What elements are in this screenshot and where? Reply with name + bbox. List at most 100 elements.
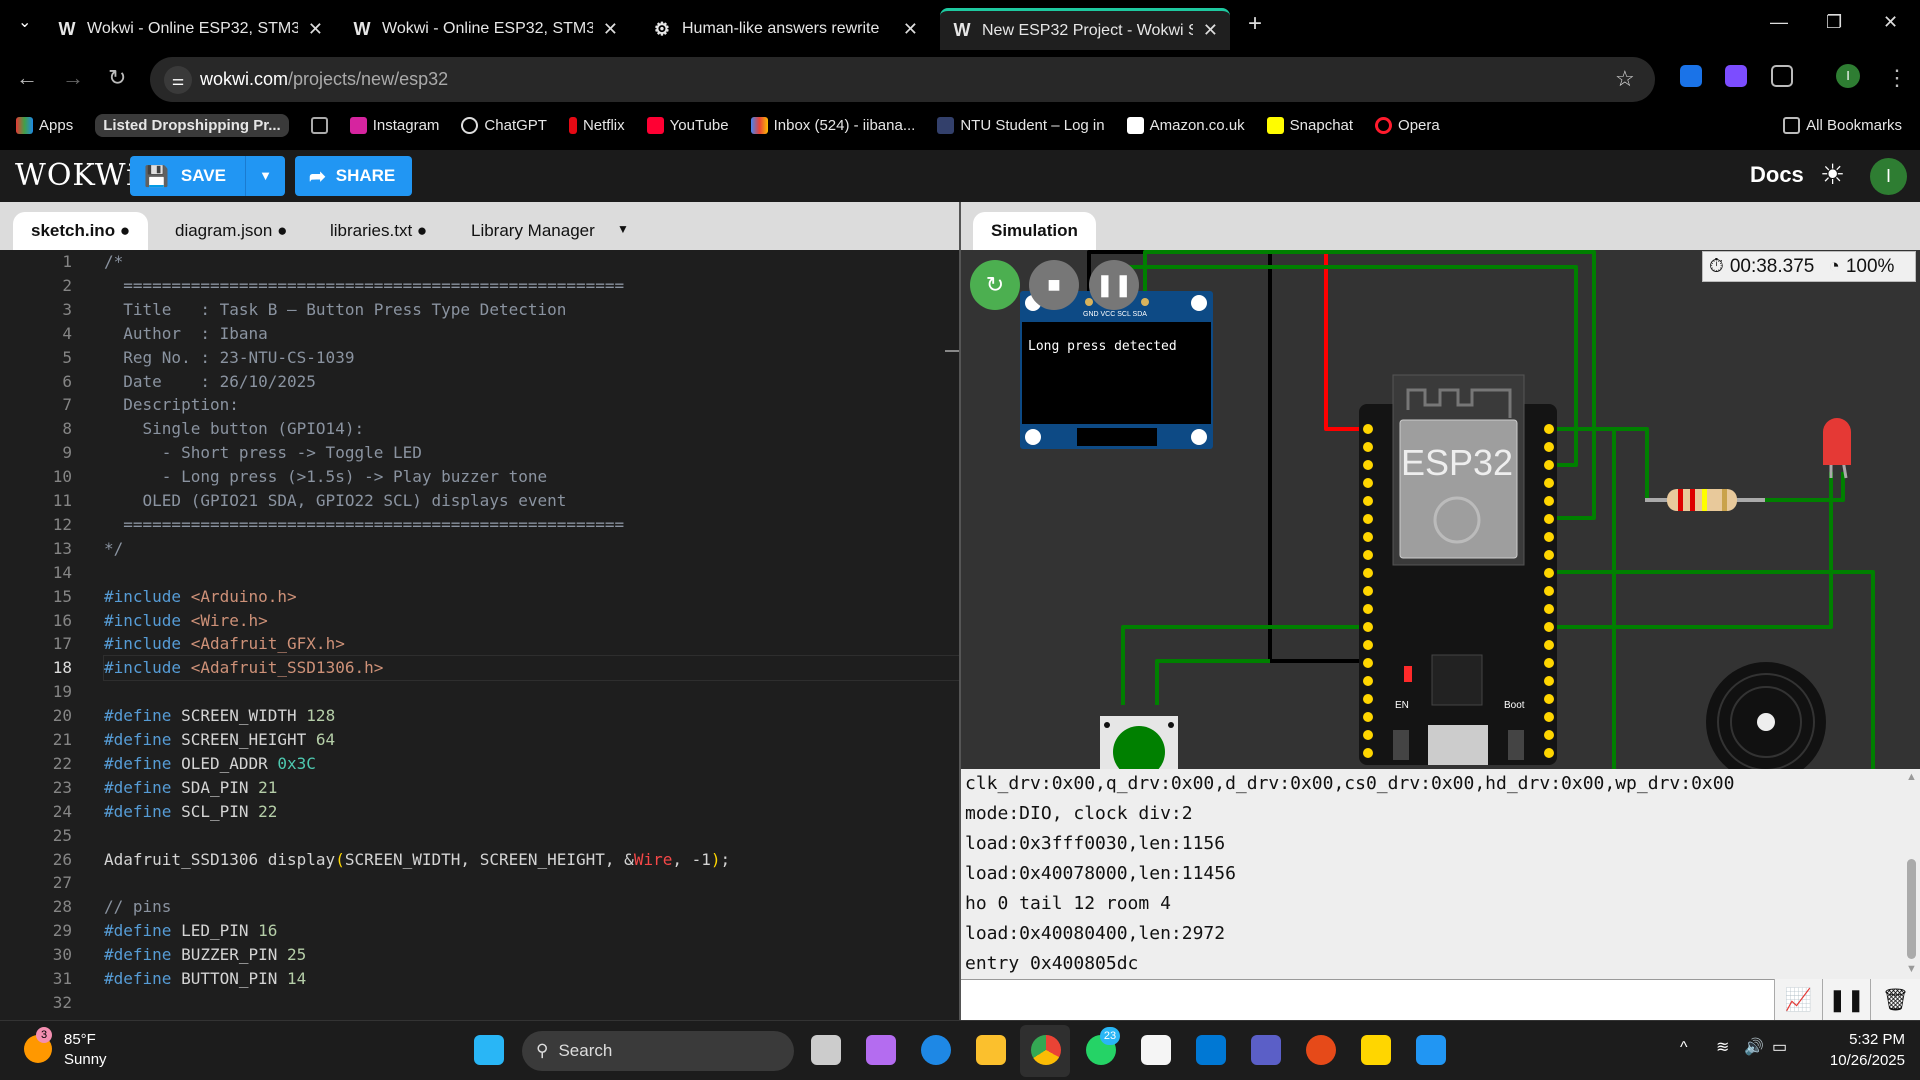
wokwi-logo[interactable]: WOKWi [15, 158, 137, 193]
code-line[interactable]: 32 [0, 991, 959, 1015]
browser-tab-3[interactable]: ⚙ Human-like answers rewrite ✕ [640, 8, 930, 50]
code-line[interactable]: 11 OLED (GPIO21 SDA, GPIO22 SCL) display… [0, 489, 959, 513]
bookmark-chatgpt[interactable]: ChatGPT [461, 116, 547, 134]
code-line[interactable]: 12 =====================================… [0, 513, 959, 537]
serial-clear-button[interactable]: 🗑 [1870, 979, 1920, 1020]
code-line[interactable]: 14 [0, 561, 959, 585]
code-line[interactable]: 25 [0, 824, 959, 848]
save-button[interactable]: 💾 SAVE ▼ [130, 156, 285, 196]
tab-library-manager[interactable]: Library Manager [453, 212, 613, 250]
close-tab-icon[interactable]: ✕ [903, 19, 918, 40]
task-view-icon[interactable] [811, 1035, 841, 1065]
bookmark-netflix[interactable]: Netflix [568, 116, 625, 134]
scroll-down-icon[interactable]: ▼ [1906, 963, 1917, 975]
code-editor[interactable]: 1 /* 2 ===================================… [0, 250, 959, 1020]
code-line[interactable]: 29 #define LED_PIN 16 [0, 919, 959, 943]
scroll-thumb[interactable] [1907, 859, 1916, 959]
tab-simulation[interactable]: Simulation [973, 212, 1096, 250]
code-line[interactable]: 8 Single button (GPIO14): [0, 417, 959, 441]
simulation-canvas[interactable]: GND VCC SCL SDA Long press detected ESP3… [961, 250, 1920, 769]
new-tab-icon[interactable]: + [1248, 10, 1262, 38]
outlook-icon[interactable] [1196, 1035, 1226, 1065]
tab-search-chevron-icon[interactable]: ⌄ [18, 12, 31, 32]
forward-icon[interactable]: → [62, 65, 84, 91]
site-info-icon[interactable]: ⚌ [164, 66, 192, 94]
serial-pause-button[interactable]: ❚❚ [1822, 979, 1870, 1020]
code-line[interactable]: 19 [0, 680, 959, 704]
circuit-diagram[interactable]: GND VCC SCL SDA Long press detected ESP3… [961, 250, 1920, 769]
close-tab-icon[interactable]: ✕ [1203, 20, 1218, 41]
code-line[interactable]: 4 Author : Ibana [0, 322, 959, 346]
code-line[interactable]: 24 #define SCL_PIN 22 [0, 800, 959, 824]
wifi-icon[interactable]: ≋ [1716, 1037, 1729, 1057]
bookmark-folder-grid[interactable] [310, 116, 328, 134]
code-line[interactable]: 18 #include <Adafruit_SSD1306.h> [0, 655, 959, 682]
docs-link[interactable]: Docs [1750, 162, 1804, 188]
clock-date[interactable]: 10/26/2025 [1805, 1052, 1905, 1069]
edge-icon[interactable] [921, 1035, 951, 1065]
serial-plotter-button[interactable]: 📈 [1774, 979, 1822, 1020]
back-icon[interactable]: ← [16, 65, 38, 91]
bookmark-opera[interactable]: Opera [1375, 116, 1440, 134]
code-line[interactable]: 22 #define OLED_ADDR 0x3C [0, 752, 959, 776]
windows-start-icon[interactable] [474, 1035, 504, 1065]
bookmark-youtube[interactable]: YouTube [646, 116, 729, 134]
teams-icon[interactable] [1251, 1035, 1281, 1065]
code-line[interactable]: 9 - Short press -> Toggle LED [0, 441, 959, 465]
restart-simulation-button[interactable]: ↻ [970, 260, 1020, 310]
serial-scrollbar[interactable]: ▲ ▼ [1903, 769, 1920, 979]
stop-simulation-button[interactable]: ■ [1029, 260, 1079, 310]
extension-icon[interactable] [1725, 65, 1747, 87]
restore-icon[interactable]: ❐ [1826, 12, 1842, 33]
bookmark-snapchat[interactable]: Snapchat [1266, 116, 1353, 134]
code-line[interactable]: 5 Reg No. : 23-NTU-CS-1039 [0, 346, 959, 370]
code-line[interactable]: 21 #define SCREEN_HEIGHT 64 [0, 728, 959, 752]
copilot-icon[interactable] [866, 1035, 896, 1065]
tab-sketch-ino[interactable]: sketch.ino ● [13, 212, 149, 250]
user-avatar[interactable]: I [1870, 158, 1907, 195]
code-line[interactable]: 13 */ [0, 537, 959, 561]
share-button[interactable]: ➦ SHARE [295, 156, 412, 196]
reload-icon[interactable]: ↻ [108, 65, 126, 91]
tray-chevron-icon[interactable]: ^ [1680, 1039, 1688, 1057]
weather-temp[interactable]: 85°F [64, 1031, 96, 1048]
bookmark-star-icon[interactable]: ☆ [1615, 66, 1635, 92]
serial-monitor-output[interactable]: clk_drv:0x00,q_drv:0x00,d_drv:0x00,cs0_d… [961, 769, 1920, 979]
code-line[interactable]: 23 #define SDA_PIN 21 [0, 776, 959, 800]
bookmark-apps[interactable]: Apps [16, 116, 73, 134]
taskbar-search[interactable]: ⚲ Search [522, 1031, 794, 1071]
code-line[interactable]: 20 #define SCREEN_WIDTH 128 [0, 704, 959, 728]
weather-desc[interactable]: Sunny [64, 1051, 107, 1068]
close-tab-icon[interactable]: ✕ [308, 19, 323, 40]
chrome-icon[interactable] [1031, 1035, 1061, 1065]
code-line[interactable]: 3 Title : Task B – Button Press Type Det… [0, 298, 959, 322]
sticky-notes-icon[interactable] [1361, 1035, 1391, 1065]
theme-toggle-sun-icon[interactable]: ☀ [1820, 158, 1845, 191]
bookmark-amazon[interactable]: Amazon.co.uk [1126, 116, 1245, 134]
tabs-dropdown-icon[interactable]: ▼ [617, 222, 629, 236]
file-explorer-icon[interactable] [976, 1035, 1006, 1065]
code-line[interactable]: 27 [0, 871, 959, 895]
profile-avatar[interactable]: I [1836, 64, 1860, 88]
all-bookmarks[interactable]: All Bookmarks [1783, 116, 1902, 134]
volume-icon[interactable]: 🔊 [1744, 1037, 1764, 1057]
code-line[interactable]: 31 #define BUTTON_PIN 14 [0, 967, 959, 991]
save-dropdown-icon[interactable]: ▼ [245, 156, 285, 196]
code-line[interactable]: 10 - Long press (>1.5s) -> Play buzzer t… [0, 465, 959, 489]
pause-simulation-button[interactable]: ❚❚ [1089, 260, 1139, 310]
code-line[interactable]: 1 /* [0, 250, 959, 274]
battery-icon[interactable]: ▭ [1772, 1037, 1787, 1057]
code-line[interactable]: 28 // pins [0, 895, 959, 919]
browser-menu-icon[interactable]: ⋮ [1886, 65, 1908, 91]
minimize-icon[interactable]: — [1770, 12, 1788, 33]
browser-tab-1[interactable]: W Wokwi - Online ESP32, STM32, Ardu ✕ [45, 8, 335, 50]
browser-tab-2[interactable]: W Wokwi - Online ESP32, STM32, Ardu ✕ [340, 8, 630, 50]
code-line[interactable]: 6 Date : 26/10/2025 [0, 370, 959, 394]
code-line[interactable]: 7 Description: [0, 393, 959, 417]
anydesk-icon[interactable] [1306, 1035, 1336, 1065]
bookmark-gmail[interactable]: Inbox (524) - iibana... [750, 116, 915, 134]
bookmark-dropshipping[interactable]: Listed Dropshipping Pr... [95, 113, 289, 137]
code-line[interactable]: 16 #include <Wire.h> [0, 609, 959, 633]
extensions-puzzle-icon[interactable] [1771, 65, 1793, 87]
close-tab-icon[interactable]: ✕ [603, 19, 618, 40]
